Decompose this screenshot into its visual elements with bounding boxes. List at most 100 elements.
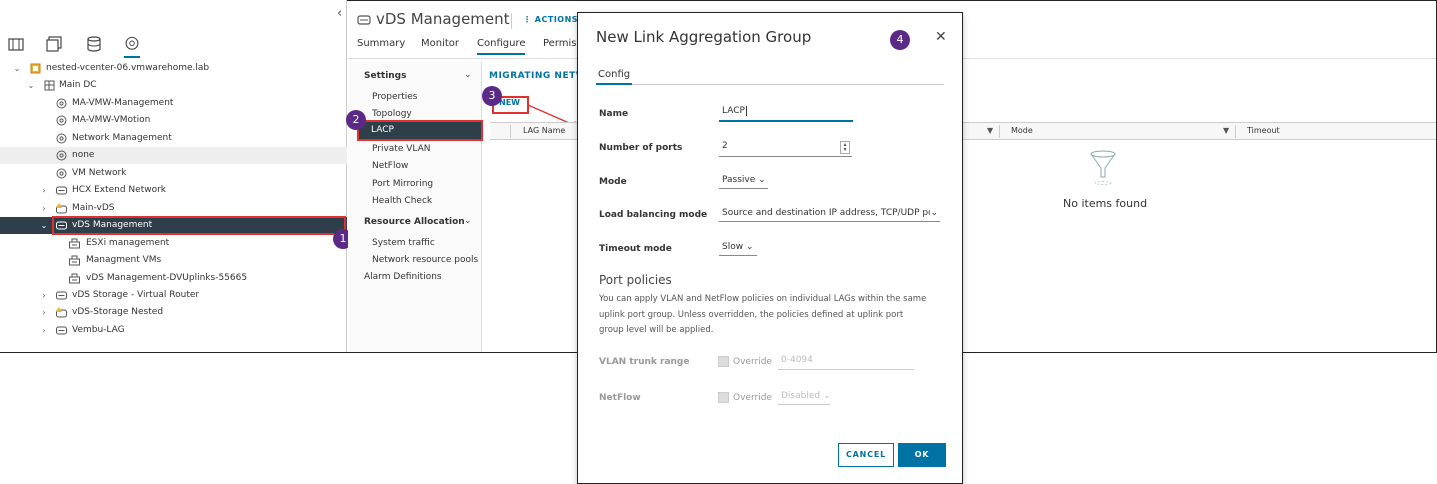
vlan-trunk-range-input[interactable]: 0-4094 [778,355,914,370]
nav-netflow[interactable]: NetFlow [372,161,408,171]
nav-properties[interactable]: Properties [372,92,417,102]
tab-monitor[interactable]: Monitor [421,38,459,53]
tree-item-network-management[interactable]: Network Management [0,130,347,147]
chevron-right-icon[interactable]: › [39,200,49,217]
tree-item-label: Main-vDS [72,203,115,213]
load-balancing-select[interactable]: Source and destination IP address, TCP/U… [719,208,940,222]
tree-item-label: VM Network [72,168,127,178]
column-separator [1235,125,1236,138]
switch-icon [357,15,371,25]
ok-button[interactable]: OK [898,443,946,467]
actions-menu[interactable]: ⋮ ACTIONS [523,15,578,24]
nav-network-resource-pools[interactable]: Network resource pools [372,255,478,265]
tree-item-main-dc[interactable]: ⌄ Main DC [0,77,347,94]
nav-health-check[interactable]: Health Check [372,196,432,206]
netflow-select[interactable]: Disabled ⌄ [778,391,830,405]
ports-stepper-icon[interactable]: ▴ ▾ [840,141,850,154]
tree-item-nested-vcenter-06-vmwarehome-lab[interactable]: ⌄ nested-vcenter-06.vmwarehome.lab [0,60,347,77]
chevron-down-icon[interactable]: ⌄ [39,217,49,234]
chevron-right-icon[interactable]: › [39,287,49,304]
tree-item-none[interactable]: none [0,147,347,164]
nav-topology[interactable]: Topology [372,109,412,119]
network-icon [56,150,67,161]
column-lag-name[interactable]: LAG Name [523,126,565,135]
tab-config[interactable]: Config [598,69,630,80]
switch-icon [56,326,67,335]
cancel-button[interactable]: CANCEL [838,443,894,467]
annotation-badge-3: 3 [482,86,502,106]
vlan-override-checkbox[interactable] [718,356,729,367]
tree-item-label: vDS-Storage Nested [72,307,164,317]
tree-item-label: Network Management [72,133,172,143]
tree-item-esxi-management[interactable]: ESXi management [0,235,347,252]
tree-item-ma-vmw-vmotion[interactable]: MA-VMW-VMotion [0,112,347,129]
tree-item-vds-storage-nested[interactable]: › vDS-Storage Nested [0,304,347,321]
nav-system-traffic[interactable]: System traffic [372,238,435,248]
title-divider [511,13,512,29]
nav-alarm-definitions[interactable]: Alarm Definitions [364,272,442,282]
timeout-mode-label: Timeout mode [599,244,672,254]
chevron-down-icon[interactable]: ⌄ [464,70,472,80]
tree-item-ma-vmw-management[interactable]: MA-VMW-Management [0,95,347,112]
empty-state-text: No items found [1063,197,1148,210]
portgroup-icon [69,255,80,266]
chevron-right-icon[interactable]: › [39,182,49,199]
chevron-down-icon[interactable]: ⌄ [12,60,22,77]
annotation-box-2 [357,120,483,141]
tree-item-label: Managment VMs [86,255,162,265]
tree-item-label: Main DC [59,80,97,90]
column-separator [510,125,511,138]
tab-permissions[interactable]: Permiss [543,38,582,53]
storage-icon[interactable] [86,36,102,52]
number-of-ports-input[interactable]: 2 [719,141,852,157]
tab-configure[interactable]: Configure [477,38,526,55]
switch-icon [56,291,67,300]
tree-item-vm-network[interactable]: VM Network [0,165,347,182]
tree-item-label: vDS Management-DVUplinks-55665 [86,273,248,283]
chevron-down-icon[interactable]: ⌄ [464,216,472,226]
networking-icon[interactable] [124,36,140,58]
mode-select[interactable]: Passive ⌄ [719,175,768,189]
filter-icon[interactable]: ▼ [987,126,993,135]
chevron-down-icon[interactable]: ⌄ [26,77,36,94]
nav-private-vlan[interactable]: Private VLAN [372,144,431,154]
chevron-down-icon: ⌄ [755,175,766,185]
tree-item-managment-vms[interactable]: Managment VMs [0,252,347,269]
port-policies-heading: Port policies [599,273,672,287]
vms-templates-icon[interactable] [46,36,62,52]
tree-item-vds-storage-virtual-router[interactable]: › vDS Storage - Virtual Router [0,287,347,304]
hosts-clusters-icon[interactable] [8,36,24,52]
configure-nav [348,62,482,352]
network-icon [56,98,67,109]
collapse-navigator-icon[interactable]: ‹ [337,6,342,21]
port-policies-description: You can apply VLAN and NetFlow policies … [599,294,927,335]
annotation-badge-4: 4 [890,30,910,50]
tree-item-vds-management-dvuplinks-55665[interactable]: vDS Management-DVUplinks-55665 [0,270,347,287]
switch-warning-icon [56,203,67,214]
vcenter-icon [30,63,41,74]
tree-item-main-vds[interactable]: › Main-vDS [0,200,347,217]
chevron-right-icon[interactable]: › [39,304,49,321]
tree-item-label: ESXi management [86,238,170,248]
empty-funnel-icon [1090,150,1116,185]
chevron-down-icon: ⌄ [743,242,754,252]
tree-item-label: MA-VMW-Management [72,98,174,108]
number-of-ports-label: Number of ports [599,143,683,153]
netflow-override-checkbox[interactable] [718,392,729,403]
tree-item-hcx-extend-network[interactable]: › HCX Extend Network [0,182,347,199]
netflow-override-label: Override [733,393,772,403]
tab-summary[interactable]: Summary [357,38,405,53]
name-input[interactable]: LACP [719,106,853,122]
tree-item-vembu-lag[interactable]: › Vembu-LAG [0,322,347,339]
timeout-mode-select[interactable]: Slow ⌄ [719,242,757,256]
column-mode[interactable]: Mode [1011,126,1033,135]
nav-port-mirroring[interactable]: Port Mirroring [372,179,433,189]
resource-allocation-header[interactable]: Resource Allocation [364,217,465,227]
column-timeout[interactable]: Timeout [1247,126,1280,135]
chevron-down-icon: ⌄ [930,208,938,218]
settings-header[interactable]: Settings [364,71,406,81]
chevron-right-icon[interactable]: › [39,322,49,339]
chevron-down-icon: ⌄ [820,391,830,401]
filter-icon[interactable]: ▼ [1223,126,1229,135]
close-icon[interactable]: ✕ [935,29,947,45]
